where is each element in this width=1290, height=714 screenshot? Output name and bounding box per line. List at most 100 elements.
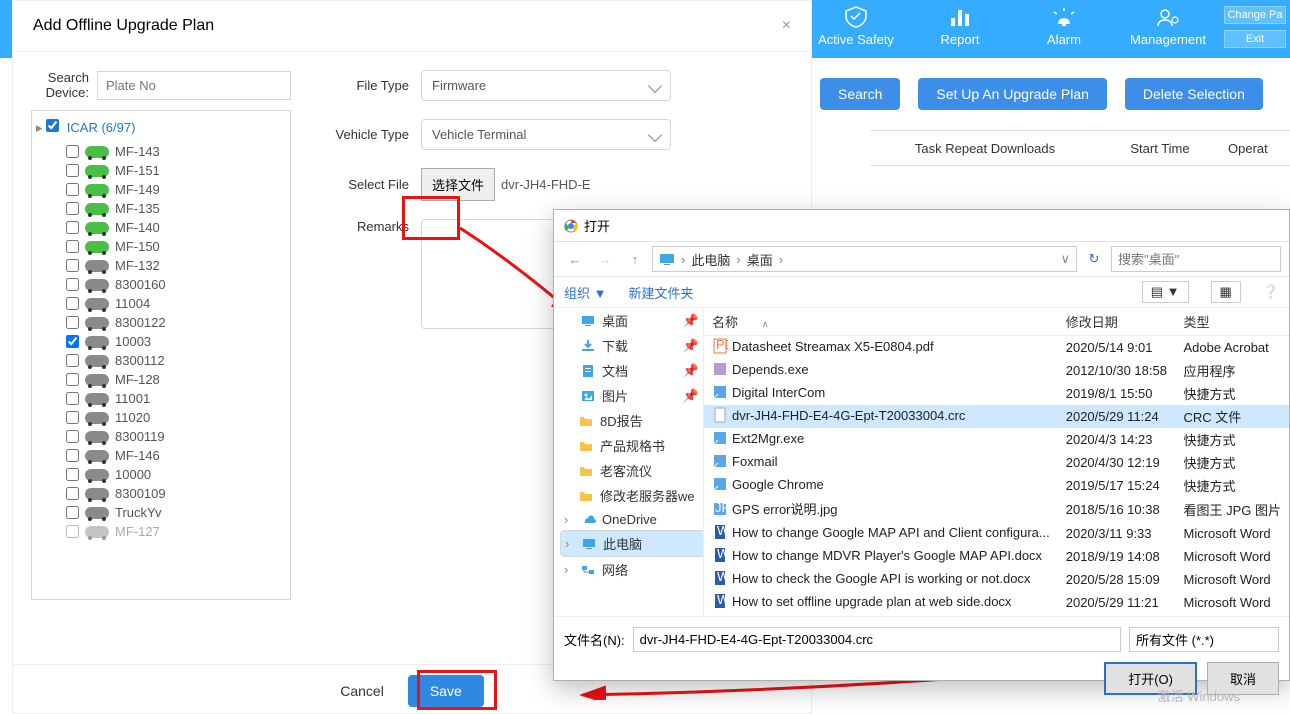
sidebar-item[interactable]: 下载📌 xyxy=(560,333,703,358)
grid-header: Task Repeat Downloads Start Time Operat xyxy=(870,130,1290,166)
organize-menu[interactable]: 组织 ▼ xyxy=(564,283,606,302)
vehicle-icon xyxy=(85,412,109,424)
search-device-label: Search Device: xyxy=(31,70,97,100)
file-row[interactable]: WHow to check the Google API is working … xyxy=(704,568,1289,591)
exit-button[interactable]: Exit xyxy=(1224,30,1286,48)
exe-icon xyxy=(712,361,728,377)
ribbon-label: Report xyxy=(940,32,979,47)
sidebar-item[interactable]: ›此电脑 xyxy=(560,530,704,557)
lnk-icon xyxy=(712,384,728,400)
tree-item[interactable]: 8300160 xyxy=(36,275,286,294)
tree-item[interactable]: MF-128 xyxy=(36,370,286,389)
sidebar-item[interactable]: 图片📌 xyxy=(560,383,703,408)
tree-item[interactable]: MF-127 xyxy=(36,522,286,541)
ribbon-management[interactable]: Management xyxy=(1116,0,1220,58)
tree-item[interactable]: 8300122 xyxy=(36,313,286,332)
file-row[interactable]: Foxmail2020/4/30 12:19快捷方式 xyxy=(704,451,1289,474)
dialog-search-input[interactable] xyxy=(1111,246,1281,272)
tree-root[interactable]: ▸ ICAR (6/97) xyxy=(36,117,286,142)
tree-item[interactable]: MF-149 xyxy=(36,180,286,199)
help-button[interactable]: ❔ xyxy=(1263,284,1279,300)
chrome-icon xyxy=(564,219,578,233)
tree-item[interactable]: 8300109 xyxy=(36,484,286,503)
file-row[interactable]: PDFDatasheet Streamax X5-E0804.pdf2020/5… xyxy=(704,336,1289,360)
pc-icon xyxy=(581,536,597,552)
vehicle-icon xyxy=(85,298,109,310)
file-row[interactable]: WHow to change MDVR Player's Google MAP … xyxy=(704,545,1289,568)
preview-pane-button[interactable]: ▦ xyxy=(1211,281,1241,303)
ribbon-side: Change Pa Exit xyxy=(1220,0,1290,58)
file-row[interactable]: WHow to change Google MAP API and Client… xyxy=(704,522,1289,545)
tree-item[interactable]: MF-135 xyxy=(36,199,286,218)
change-password-button[interactable]: Change Pa xyxy=(1224,6,1286,24)
file-row[interactable]: dvr-JH4-FHD-E4-4G-Ept-T20033004.crc2020/… xyxy=(704,405,1289,428)
cloud-icon xyxy=(580,511,596,527)
file-row[interactable]: Google Chrome2019/5/17 15:24快捷方式 xyxy=(704,474,1289,497)
tree-item[interactable]: 8300112 xyxy=(36,351,286,370)
sidebar-item[interactable]: ›OneDrive xyxy=(560,508,703,530)
tree-item[interactable]: 8300119 xyxy=(36,427,286,446)
file-row[interactable]: Digital InterCom2019/8/1 15:50快捷方式 xyxy=(704,382,1289,405)
tree-item[interactable]: MF-143 xyxy=(36,142,286,161)
tree-item[interactable]: 11004 xyxy=(36,294,286,313)
search-button[interactable]: Search xyxy=(820,78,900,110)
delete-selection-button[interactable]: Delete Selection xyxy=(1125,78,1263,110)
setup-upgrade-button[interactable]: Set Up An Upgrade Plan xyxy=(918,78,1107,110)
refresh-button[interactable]: ↻ xyxy=(1081,246,1107,272)
save-button[interactable]: Save xyxy=(408,675,484,707)
sidebar-item[interactable]: 修改老服务器we xyxy=(560,483,703,508)
doc-icon: W xyxy=(712,524,728,540)
file-row[interactable]: JPGGPS error说明.jpg2018/5/16 10:38看图王 JPG… xyxy=(704,497,1289,522)
file-row[interactable]: Ext2Mgr.exe2020/4/3 14:23快捷方式 xyxy=(704,428,1289,451)
search-device-input[interactable] xyxy=(97,71,291,100)
nav-back-button[interactable]: ← xyxy=(562,246,588,272)
doc-icon xyxy=(580,363,596,379)
vehicle-icon xyxy=(85,507,109,519)
tree-item[interactable]: 10003 xyxy=(36,332,286,351)
nav-up-button[interactable]: ↑ xyxy=(622,246,648,272)
sidebar-item[interactable]: 老客流仪 xyxy=(560,458,703,483)
close-icon[interactable]: × xyxy=(782,17,791,35)
svg-text:W: W xyxy=(717,593,728,607)
file-filter-select[interactable] xyxy=(1129,627,1279,652)
file-row[interactable]: Depends.exe2012/10/30 18:58应用程序 xyxy=(704,359,1289,382)
nav-fwd-button[interactable]: → xyxy=(592,246,618,272)
modal-title: Add Offline Upgrade Plan xyxy=(33,17,214,35)
sidebar-item[interactable]: 8D报告 xyxy=(560,408,703,433)
file-icon xyxy=(712,407,728,423)
tree-item[interactable]: TruckYv xyxy=(36,503,286,522)
file-open-dialog: 打开 ← → ↑ › 此电脑 › 桌面 › ∨ ↻ 组织 ▼ 新建文件夹 ▤ ▼… xyxy=(553,209,1290,681)
svg-text:W: W xyxy=(717,524,728,538)
remarks-label: Remarks xyxy=(331,219,421,234)
sidebar-item[interactable]: 文档📌 xyxy=(560,358,703,383)
tree-item[interactable]: 10000 xyxy=(36,465,286,484)
breadcrumb[interactable]: › 此电脑 › 桌面 › ∨ xyxy=(652,246,1077,272)
doc-icon: W xyxy=(712,593,728,609)
tree-item[interactable]: 11001 xyxy=(36,389,286,408)
file-type-select[interactable]: Firmware xyxy=(421,70,671,101)
folder-icon xyxy=(578,438,594,454)
tree-item[interactable]: MF-151 xyxy=(36,161,286,180)
sidebar-item[interactable]: 产品规格书 xyxy=(560,433,703,458)
cancel-button[interactable]: Cancel xyxy=(340,683,384,699)
ribbon-active-safety[interactable]: Active Safety xyxy=(804,0,908,58)
ribbon-report[interactable]: Report xyxy=(908,0,1012,58)
choose-file-button[interactable]: 选择文件 xyxy=(421,168,495,201)
tree-item[interactable]: MF-146 xyxy=(36,446,286,465)
tree-item[interactable]: MF-132 xyxy=(36,256,286,275)
sidebar-item[interactable]: 桌面📌 xyxy=(560,308,703,333)
view-mode-button[interactable]: ▤ ▼ xyxy=(1142,281,1189,303)
tree-item[interactable]: 11020 xyxy=(36,408,286,427)
vehicle-type-select[interactable]: Vehicle Terminal xyxy=(421,119,671,150)
new-folder-button[interactable]: 新建文件夹 xyxy=(628,283,693,302)
device-tree[interactable]: ▸ ICAR (6/97) MF-143MF-151MF-149MF-135MF… xyxy=(31,110,291,600)
file-list[interactable]: 名称∧ 修改日期 类型 PDFDatasheet Streamax X5-E08… xyxy=(704,308,1289,616)
filename-input[interactable] xyxy=(633,627,1121,652)
ribbon-alarm[interactable]: Alarm xyxy=(1012,0,1116,58)
file-row[interactable]: WHow to set offline upgrade plan at web … xyxy=(704,591,1289,614)
tree-item[interactable]: MF-140 xyxy=(36,218,286,237)
col-operate: Operat xyxy=(1220,141,1290,156)
tree-item[interactable]: MF-150 xyxy=(36,237,286,256)
dialog-sidebar[interactable]: 桌面📌下载📌文档📌图片📌8D报告产品规格书老客流仪修改老服务器we›OneDri… xyxy=(554,308,704,616)
sidebar-item[interactable]: ›网络 xyxy=(560,557,703,582)
